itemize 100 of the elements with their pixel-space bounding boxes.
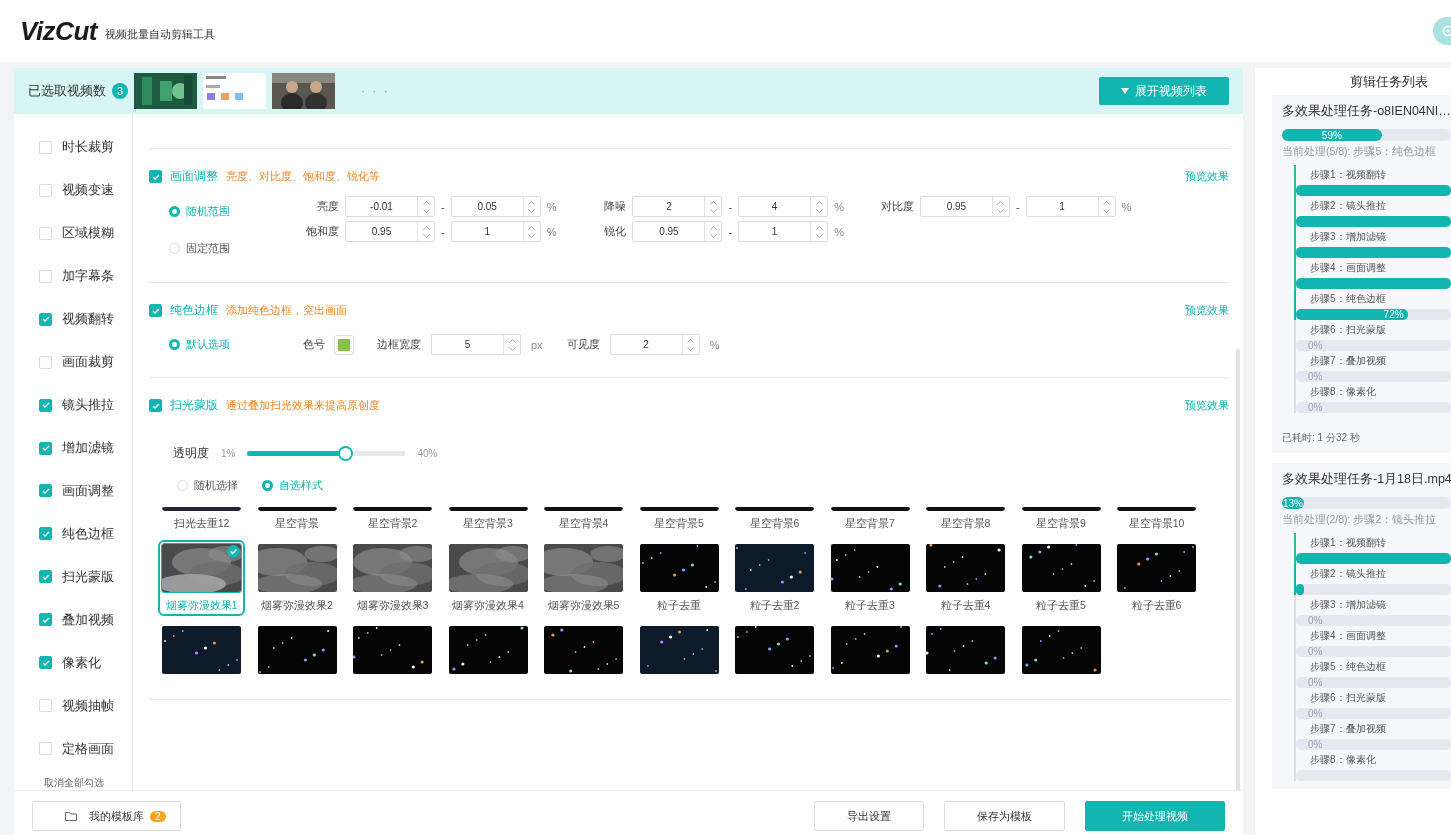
selected-videos-label: 已选取视频数	[28, 82, 106, 100]
effect-label: 增加滤镜	[62, 439, 114, 458]
slider-min: 1%	[221, 448, 236, 459]
range-dash: -	[728, 225, 733, 238]
step-progress-bar: 0%	[1296, 340, 1451, 351]
effect-label: 视频抽帧	[62, 696, 114, 715]
step-progress-bar: 0%	[1296, 371, 1451, 382]
number-field[interactable]: -0.01	[345, 196, 435, 217]
section-title: 纯色边框	[170, 303, 218, 318]
step-progress-bar: 72%	[1296, 309, 1451, 320]
effect-label: 像素化	[62, 653, 101, 672]
effect-label: 叠加视频	[62, 610, 114, 629]
effect-label: 画面调整	[62, 481, 114, 500]
style-option[interactable]: 粒子去重6	[1116, 543, 1197, 613]
unit-label: px	[531, 338, 543, 351]
number-field[interactable]: 4	[738, 196, 829, 217]
style-option[interactable]: 星空背景6	[734, 507, 815, 531]
template-library-button[interactable]: 我的模板库 2	[32, 801, 181, 831]
step-label: 步骤2：镜头推拉	[1310, 199, 1387, 213]
action-button[interactable]: 保存为模板	[944, 801, 1065, 831]
number-field[interactable]: 1	[1025, 196, 1116, 217]
slider-max: 40%	[417, 448, 438, 459]
number-field[interactable]: 1	[450, 221, 541, 242]
step-label: 步骤2：镜头推拉	[1310, 567, 1387, 581]
style-option[interactable]: 星空背景5	[638, 507, 720, 531]
number-field[interactable]: 0.95	[919, 196, 1010, 217]
section-title: 扫光蒙版	[170, 398, 218, 413]
step-label: 步骤4：画面调整	[1310, 629, 1387, 643]
style-option[interactable]: 粒子去重	[638, 543, 720, 613]
current-step: 当前处理(2/8): 步骤2：镜头推拉	[1282, 513, 1451, 527]
effect-label: 加字幕条	[62, 267, 114, 286]
style-option[interactable]: 烟雾弥漫效果2	[256, 543, 338, 613]
clear-all-link[interactable]: 取消全部勾选	[14, 776, 132, 791]
action-button[interactable]: 导出设置	[814, 801, 924, 831]
param-label: 边框宽度	[377, 337, 421, 352]
number-field[interactable]: 0.05	[450, 196, 541, 217]
progress-bar: 59%	[1282, 129, 1451, 141]
style-option[interactable]: 扫光去重12	[161, 507, 242, 531]
app-subtitle: 视频批量自动剪辑工具	[104, 26, 215, 42]
number-field[interactable]: 0.95	[345, 221, 435, 242]
style-option[interactable]: 星空背景3	[447, 507, 529, 531]
range-dash: -	[441, 225, 445, 238]
step-label: 步骤7：叠加视频	[1310, 354, 1387, 368]
step-label: 步骤5：纯色边框	[1310, 292, 1387, 306]
range-dash: -	[1015, 200, 1020, 213]
param-label: 亮度	[316, 199, 339, 214]
step-progress-bar: 0%	[1296, 646, 1451, 657]
radio-option[interactable]: 固定范围	[169, 241, 279, 256]
step-label: 步骤3：增加滤镜	[1310, 598, 1387, 612]
number-field[interactable]: 5	[431, 334, 521, 355]
step-progress-bar: 0%	[1296, 615, 1451, 626]
style-option[interactable]: 粒子去重4	[925, 543, 1006, 613]
style-option[interactable]: 星空背景	[256, 507, 338, 531]
param-label: 降噪	[603, 199, 627, 214]
style-option[interactable]: 星空背景4	[543, 507, 624, 531]
style-option[interactable]: 粒子去重2	[734, 543, 815, 613]
style-option[interactable]: 星空背景2	[352, 507, 433, 531]
number-field[interactable]: 2	[609, 334, 700, 355]
effect-label: 时长裁剪	[62, 138, 114, 157]
unit-label: %	[1121, 200, 1132, 213]
step-label: 步骤4：画面调整	[1310, 261, 1387, 275]
section-title: 画面调整	[170, 169, 218, 184]
radio-option[interactable]: 随机选择	[177, 478, 238, 493]
style-option[interactable]: 烟雾弥漫效果4	[447, 543, 529, 613]
effect-label: 定格画面	[62, 739, 114, 758]
logo: VizCut	[20, 15, 97, 47]
style-option[interactable]: 烟雾弥漫效果3	[352, 543, 433, 613]
style-option[interactable]: 星空背景8	[925, 507, 1006, 531]
style-option[interactable]: 星空背景10	[1116, 507, 1197, 531]
number-field[interactable]: 2	[632, 196, 723, 217]
effect-label: 镜头推拉	[62, 396, 114, 415]
style-option[interactable]: 粒子去重5	[1020, 543, 1102, 613]
unit-label: %	[834, 200, 844, 213]
step-label: 步骤5：纯色边框	[1310, 660, 1387, 674]
step-label: 步骤3：增加滤镜	[1310, 230, 1387, 244]
style-option[interactable]: 烟雾弥漫效果5	[543, 543, 624, 613]
param-label: 锐化	[603, 224, 627, 239]
param-label: 可见度	[566, 337, 600, 352]
param-label: 饱和度	[305, 224, 339, 239]
task-name: 多效果处理任务-1月18日.mp4	[1282, 471, 1451, 488]
style-option[interactable]: 星空背景7	[829, 507, 911, 531]
panel-title: 剪辑任务列表	[1349, 73, 1429, 91]
style-option[interactable]: 星空背景9	[1020, 507, 1102, 531]
unit-label: %	[709, 338, 720, 351]
number-field[interactable]: 1	[738, 221, 829, 242]
step-label: 步骤1：视频翻转	[1310, 536, 1387, 550]
step-label: 步骤8：像素化	[1310, 753, 1377, 767]
count-badge: 3	[112, 83, 128, 99]
step-progress-bar: 0%	[1296, 677, 1451, 688]
effect-label: 视频翻转	[62, 310, 114, 329]
number-field[interactable]: 0.95	[632, 221, 723, 242]
unit-label: %	[546, 200, 557, 213]
style-option[interactable]: 粒子去重3	[829, 543, 911, 613]
unit-label: %	[834, 225, 844, 238]
step-label: 步骤7：叠加视频	[1310, 722, 1387, 736]
param-label: 色号	[303, 337, 325, 352]
step-label: 步骤8：像素化	[1310, 385, 1377, 399]
current-step: 当前处理(5/8): 步骤5：纯色边框	[1282, 145, 1451, 159]
section-description: 亮度、对比度、饱和度、锐化等	[226, 169, 380, 184]
section-description: 添加纯色边框，突出画面	[226, 303, 347, 318]
